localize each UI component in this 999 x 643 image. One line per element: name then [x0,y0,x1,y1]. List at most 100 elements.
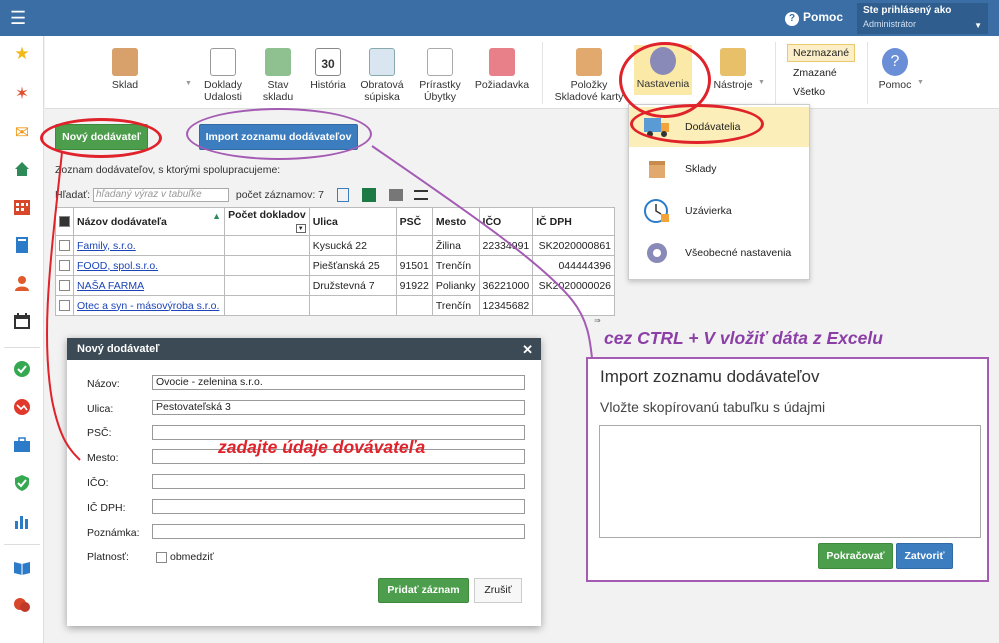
obratova-label: Obratová súpiska [360,79,404,103]
list-description: Zoznam dodávateľov, s ktorými spolupracu… [55,164,281,176]
user-icon[interactable] [12,274,32,294]
cell: Trenčín [431,255,480,276]
user-box[interactable]: Ste prihlásený ako Administrátor ▼ [857,3,988,34]
ico-input[interactable] [152,474,525,489]
chevron-down-icon[interactable]: ▼ [758,79,765,86]
home-icon[interactable] [12,160,32,180]
filter-zmazane[interactable]: Zmazané [793,67,837,79]
help-link[interactable]: ? Pomoc [785,10,843,26]
import-textarea[interactable] [599,425,981,538]
import-subtitle: Vložte skopírovanú tabuľku s údajmi [600,399,826,415]
scroll-arrow-icon[interactable]: ⇒ [594,316,614,326]
magic-wand-icon[interactable]: ✶ [12,84,32,104]
search-input[interactable]: hľadaný výraz v tabuľke [92,188,229,202]
column-header-ico[interactable]: IČO [478,207,534,236]
cell: 044444396 [532,255,615,276]
icdph-input[interactable] [152,499,525,514]
nastroje-button[interactable]: Nástroje [713,48,753,91]
annotation-paste-excel: cez CTRL + V vložiť dáta z Excelu [604,328,883,348]
highlight-oval-suppliers [630,104,764,144]
filter-nezmazane[interactable]: Nezmazané [787,44,856,62]
table-row[interactable]: FOOD, spol.s.r.o. Piešťanská 25 91501 Tr… [55,255,615,276]
ribbon-toolbar: Sklad ▼ Doklady Udalosti Stav skladu 30 … [45,36,999,109]
check-circle-icon[interactable] [12,360,32,380]
open-book-icon[interactable] [12,558,32,578]
gear-icon [643,240,671,266]
column-header-ulica[interactable]: Ulica [308,207,397,236]
scales-icon [427,48,453,76]
calendar-grid-icon[interactable] [12,198,32,218]
polozky-button[interactable]: Položky Skladové karty [551,48,627,103]
column-header-mesto[interactable]: Mesto [431,207,480,236]
cell: 12345682 [478,295,534,316]
calendar-day-icon: 30 [315,48,341,76]
menu-item-uzavierka[interactable]: Uzávierka [629,191,809,231]
nazov-input[interactable]: Ovocie - zelenina s.r.o. [152,375,525,390]
sklad-button[interactable]: Sklad [105,48,145,91]
cell: SK2020000026 [532,275,615,296]
print-icon[interactable] [388,189,403,201]
table-row[interactable]: NAŠA FARMA Družstevná 7 91922 Polianky 3… [55,275,615,296]
menu-item-vseobecne[interactable]: Všeobecné nastavenia [629,233,809,273]
add-record-button[interactable]: Pridať záznam [378,578,469,603]
cell: Trenčín [431,295,480,316]
chevron-down-icon[interactable]: ▼ [185,80,192,87]
table-row[interactable]: Family, s.r.o. Kysucká 22 Žilina 2233499… [55,235,615,256]
obmedzit-checkbox[interactable]: obmedziť [156,551,214,563]
select-all-checkbox[interactable] [55,207,74,236]
prirastky-button[interactable]: Prírastky Úbytky [415,48,465,103]
pomoc-label: Pomoc [878,79,912,91]
stock-icon [265,48,291,76]
filter-dropdown-icon[interactable]: ▼ [295,224,306,233]
column-header-nazov[interactable]: Názov dodávateľa ▲ [72,207,226,236]
column-header-psc[interactable]: PSČ [395,207,433,236]
close-icon[interactable]: ✕ [522,342,533,358]
stav-label: Stav skladu [262,79,294,103]
chevron-down-icon[interactable]: ▼ [917,79,924,86]
cell [224,295,310,316]
column-header-pocet[interactable]: Počet dokladov ▼ [224,207,310,236]
chart-down-icon[interactable] [12,398,32,418]
hamburger-menu-icon[interactable]: ☰ [10,9,28,27]
bar-chart-icon[interactable] [12,512,32,532]
column-header-icdph[interactable]: IČ DPH [532,207,615,236]
continue-button[interactable]: Pokračovať [818,543,893,569]
cell: 91922 [395,275,433,296]
ulica-input[interactable]: Pestovateľská 3 [152,400,525,415]
chat-icon[interactable] [12,596,32,616]
mail-icon[interactable]: ✉ [12,123,32,143]
cell-nazov[interactable]: NAŠA FARMA [72,275,226,296]
table-row[interactable]: Otec a syn - másovýroba s.r.o. Trenčín 1… [55,295,615,316]
pomoc-button[interactable]: ? Pomoc [877,48,913,91]
filter-vsetko[interactable]: Všetko [793,86,825,98]
row-checkbox[interactable] [55,255,74,276]
menu-item-sklady[interactable]: Sklady [629,149,809,189]
star-icon[interactable]: ★ [12,44,32,64]
historia-button[interactable]: 30 História [307,48,349,91]
row-checkbox[interactable] [55,295,74,316]
calendar-icon[interactable] [12,312,32,332]
columns-icon[interactable] [336,188,349,202]
label-icdph: IČ DPH: [87,502,126,514]
poziadavka-label: Požiadavka [474,79,530,91]
row-checkbox[interactable] [55,235,74,256]
cell-nazov[interactable]: Otec a syn - másovýroba s.r.o. [72,295,226,316]
list-icon[interactable] [413,190,428,200]
cell-nazov[interactable]: Family, s.r.o. [72,235,226,256]
box-icon [643,156,671,182]
shield-check-icon[interactable] [12,474,32,494]
doklady-button[interactable]: Doklady Udalosti [197,48,249,103]
row-checkbox[interactable] [55,275,74,296]
cancel-button[interactable]: Zrušiť [474,578,522,603]
highlight-oval-import [186,108,372,160]
poznamka-input[interactable] [152,524,525,539]
obratova-supiska-button[interactable]: Obratová súpiska [357,48,407,103]
cell-nazov[interactable]: FOOD, spol.s.r.o. [72,255,226,276]
cell [308,295,397,316]
briefcase-icon[interactable] [12,436,32,456]
close-button[interactable]: Zatvoriť [896,543,953,569]
poziadavka-button[interactable]: Požiadavka [473,48,531,91]
book-icon[interactable] [12,236,32,256]
excel-icon[interactable] [361,188,376,202]
stav-skladu-button[interactable]: Stav skladu [255,48,301,103]
